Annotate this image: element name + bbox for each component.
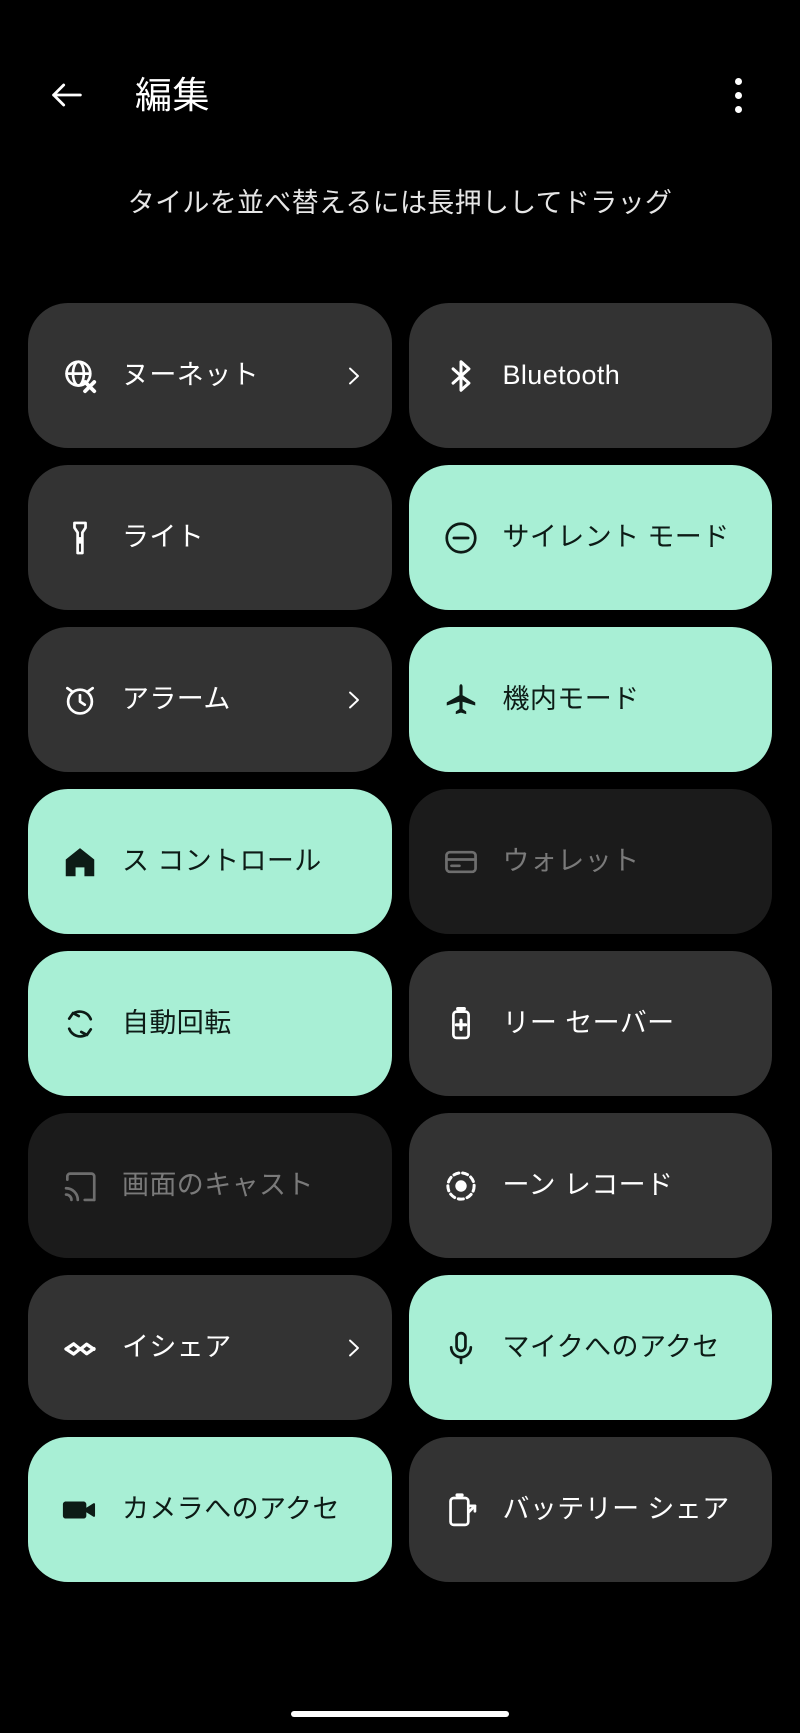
more-vertical-icon: [734, 77, 742, 85]
tile-14[interactable]: カメラへのアクセ: [28, 1437, 392, 1582]
tile-label: バッテリー シェア: [502, 1494, 730, 1524]
back-button[interactable]: [38, 66, 96, 124]
arrow-left-icon: [47, 75, 87, 115]
tile-label: 自動回転: [122, 1008, 232, 1038]
wallet-icon: [441, 842, 481, 882]
tile-7: ウォレット: [408, 789, 772, 934]
tile-0[interactable]: ヌーネット: [28, 303, 392, 448]
app-bar: 編集: [0, 0, 800, 190]
auto-rotate-icon: [60, 1004, 100, 1044]
tile-6[interactable]: ス コントロール: [28, 789, 392, 934]
chevron-right-icon[interactable]: [340, 685, 366, 715]
tile-label: Bluetooth: [502, 360, 621, 390]
tile-10: 画面のキャスト: [28, 1113, 392, 1258]
home-icon: [60, 842, 100, 882]
alarm-icon: [60, 680, 100, 720]
overflow-menu-button[interactable]: [710, 67, 766, 123]
tile-label: リー セーバー: [502, 1008, 675, 1038]
cast-icon: [60, 1166, 100, 1206]
tile-label: サイレント モード: [502, 522, 730, 552]
tile-label: カメラへのアクセ: [122, 1494, 340, 1524]
home-indicator: [291, 1711, 509, 1717]
chevron-right-icon[interactable]: [340, 361, 366, 391]
more-vertical-icon-dot: [734, 91, 742, 99]
tile-label: アラーム: [122, 684, 231, 714]
camera-icon: [60, 1490, 100, 1530]
tile-15[interactable]: バッテリー シェア: [408, 1437, 772, 1582]
more-vertical-icon-dot: [734, 105, 742, 113]
tile-label: イシェア: [122, 1332, 232, 1362]
instruction-text: タイルを並べ替えるには長押ししてドラッグ: [127, 188, 673, 218]
bluetooth-icon: [441, 356, 481, 396]
tile-label: ウォレット: [502, 846, 640, 876]
microphone-icon: [441, 1328, 481, 1368]
tile-8[interactable]: 自動回転: [28, 951, 392, 1096]
battery-saver-icon: [441, 1004, 481, 1044]
tile-label: マイクへのアクセ: [502, 1332, 720, 1362]
tile-1[interactable]: Bluetooth: [408, 303, 772, 448]
tile-label: 画面のキャスト: [122, 1170, 314, 1200]
tile-grid: ヌーネット Bluetooth ライト サイレント モードアラーム 機内モードス コント…: [0, 303, 800, 1582]
tile-5[interactable]: 機内モード: [408, 627, 772, 772]
battery-share-icon: [441, 1490, 481, 1530]
nearby-share-icon: [60, 1328, 100, 1368]
tile-label: ライト: [122, 522, 205, 552]
page-title: 編集: [135, 74, 210, 116]
tile-11[interactable]: ーン レコード: [408, 1113, 772, 1258]
chevron-right-icon[interactable]: [340, 1333, 366, 1363]
tile-13[interactable]: マイクへのアクセ: [408, 1275, 772, 1420]
tile-2[interactable]: ライト: [28, 465, 392, 610]
tile-label: ーン レコード: [502, 1170, 674, 1200]
tile-3[interactable]: サイレント モード: [408, 465, 772, 610]
tile-label: ヌーネット: [122, 360, 259, 390]
tile-label: ス コントロール: [122, 846, 322, 876]
tile-label: 機内モード: [502, 684, 640, 714]
screen-record-icon: [441, 1166, 481, 1206]
globe-off-icon: [60, 356, 100, 396]
tile-4[interactable]: アラーム: [28, 627, 392, 772]
flashlight-icon: [60, 518, 100, 558]
tile-12[interactable]: イシェア: [28, 1275, 392, 1420]
do-not-disturb-icon: [441, 518, 481, 558]
tile-9[interactable]: リー セーバー: [408, 951, 772, 1096]
airplane-icon: [441, 680, 481, 720]
